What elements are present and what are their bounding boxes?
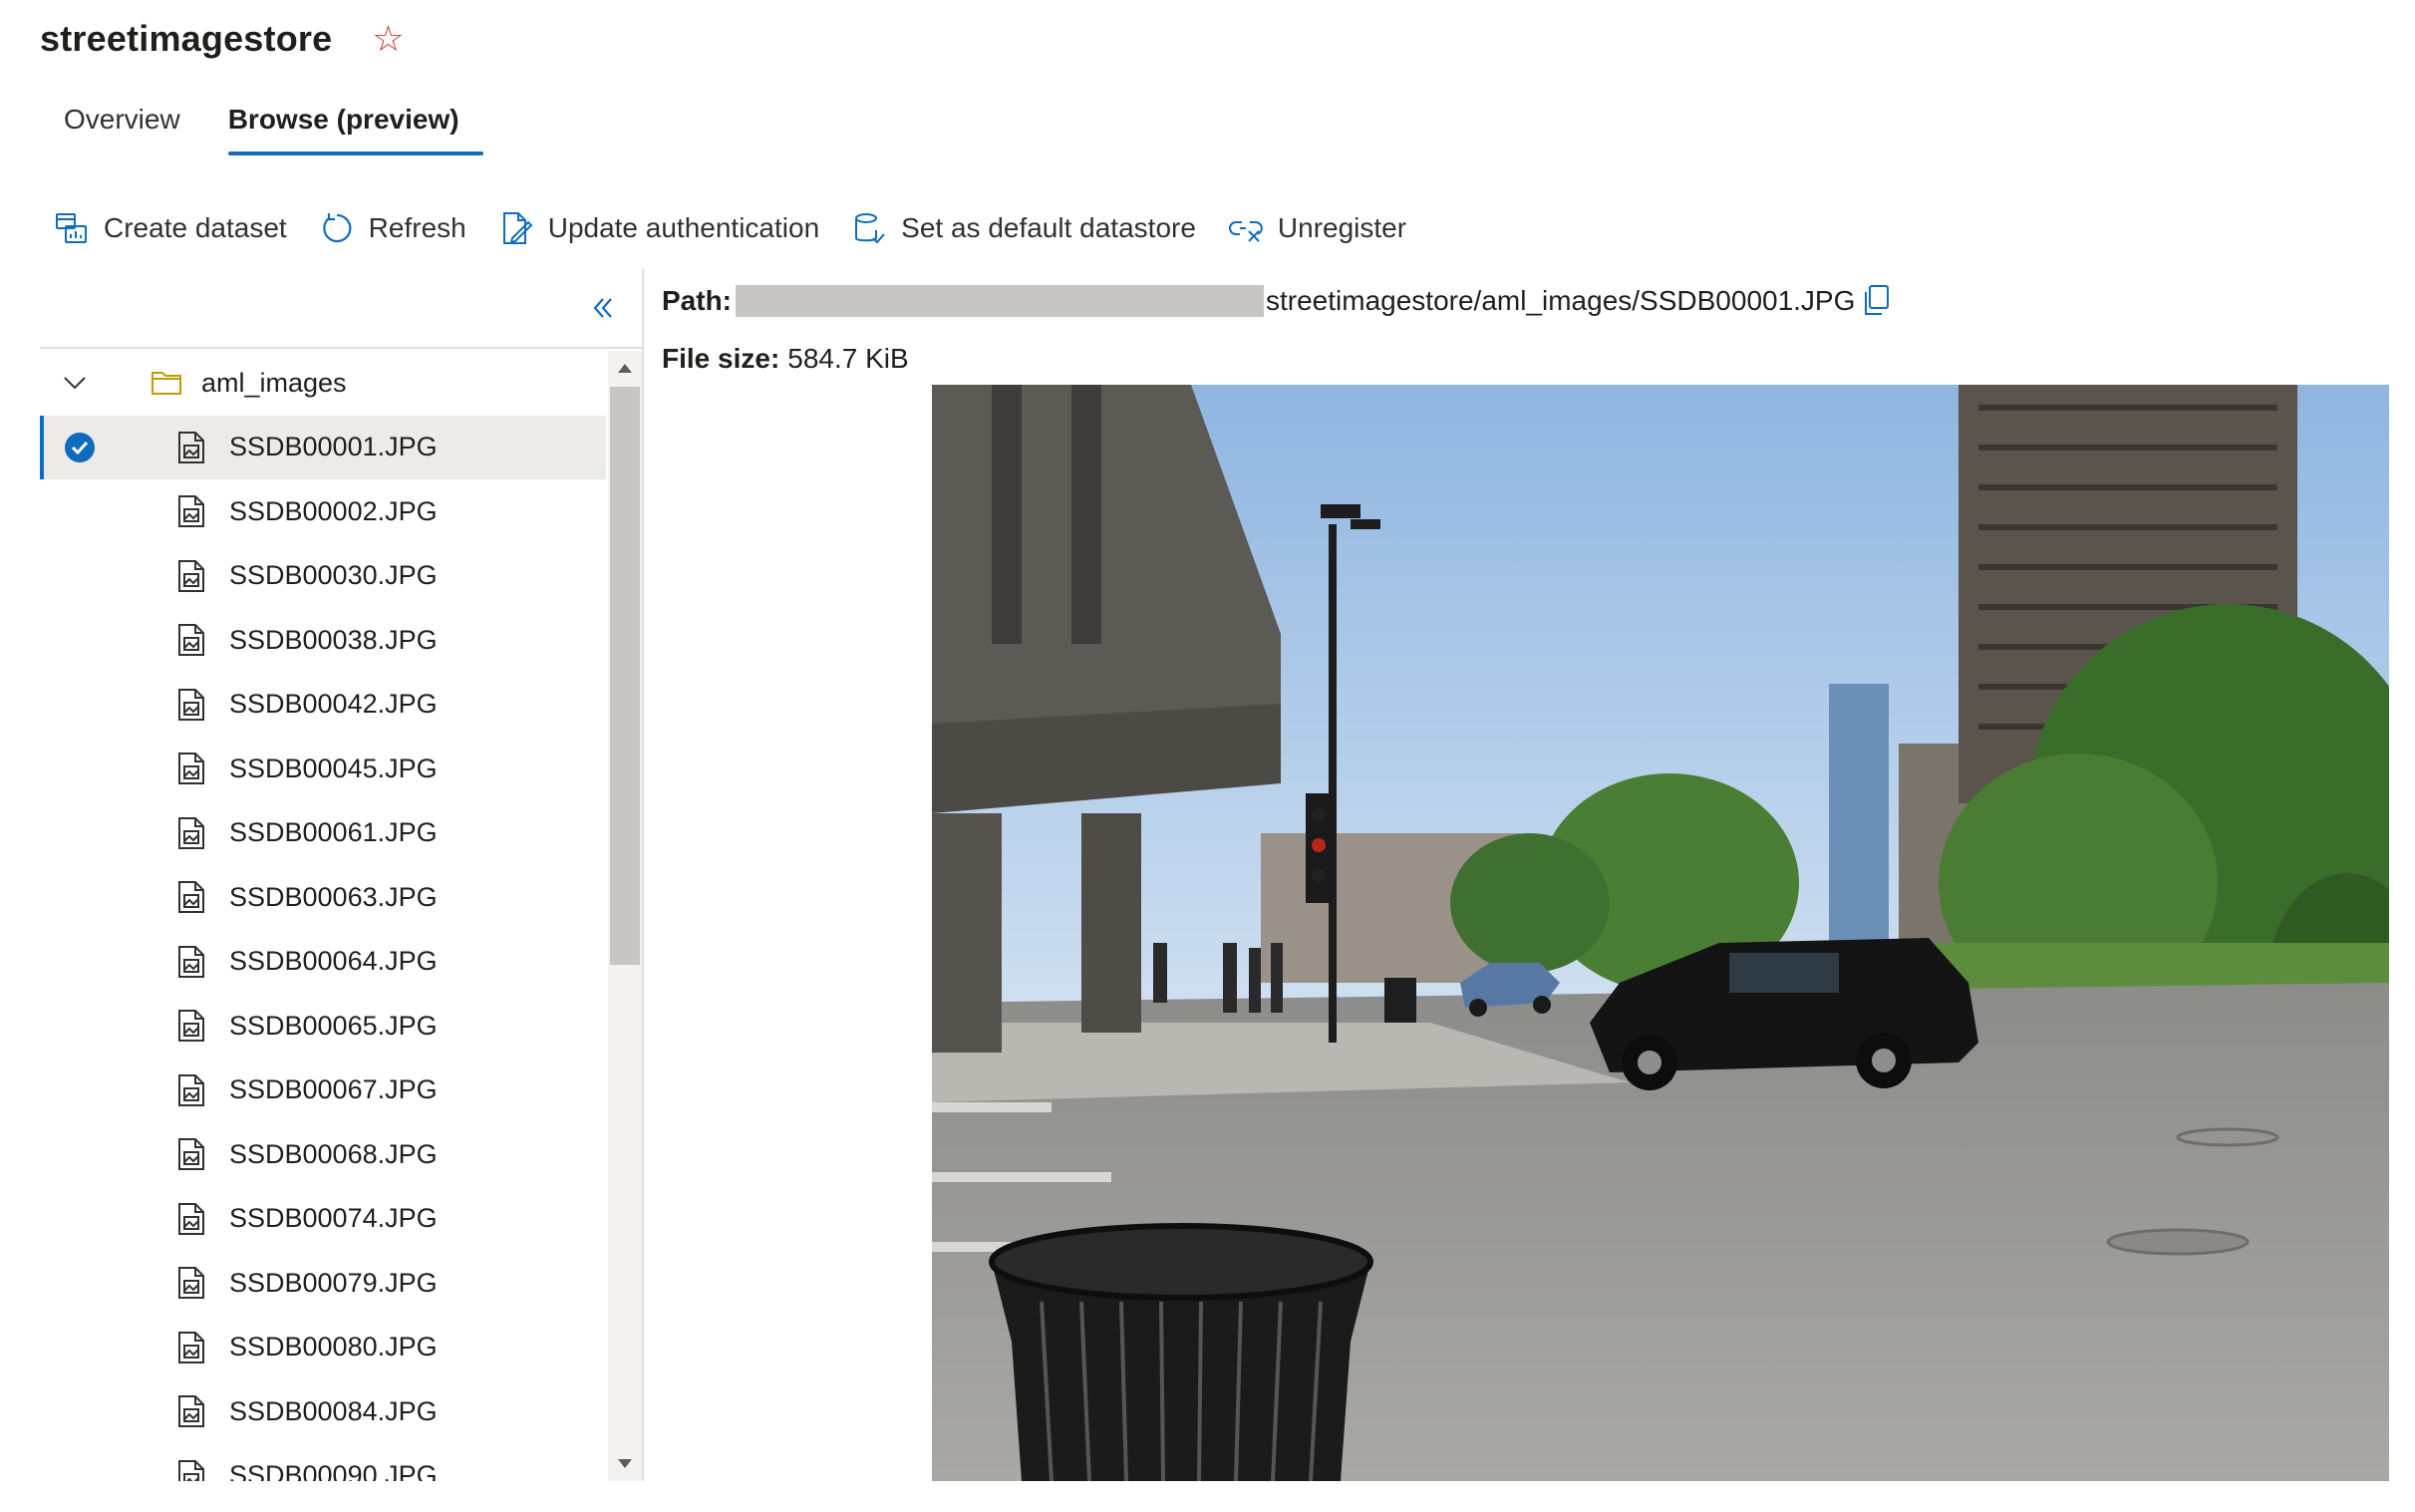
unregister-button[interactable]: Unregister bbox=[1228, 210, 1406, 246]
file-row[interactable]: SSDB00079.JPG bbox=[40, 1251, 606, 1316]
path-row: Path: streetimagestore/aml_images/SSDB00… bbox=[662, 281, 1891, 321]
refresh-label: Refresh bbox=[368, 212, 466, 243]
file-label: SSDB00068.JPG bbox=[229, 1138, 438, 1169]
file-label: SSDB00084.JPG bbox=[229, 1395, 438, 1426]
title-row: streetimagestore ☆ bbox=[40, 14, 405, 64]
chevron-down-icon[interactable] bbox=[58, 366, 92, 400]
file-size-value: 584.7 KiB bbox=[787, 343, 909, 374]
redacted-path-segment bbox=[736, 285, 1264, 317]
file-label: SSDB00042.JPG bbox=[229, 689, 438, 720]
file-size-row: File size: 584.7 KiB bbox=[662, 339, 909, 379]
file-row[interactable]: SSDB00084.JPG bbox=[40, 1379, 606, 1444]
tab-browse-preview[interactable]: Browse (preview) bbox=[204, 96, 483, 155]
unregister-label: Unregister bbox=[1277, 212, 1407, 243]
panel-divider bbox=[642, 269, 644, 1481]
image-file-icon bbox=[178, 559, 204, 592]
image-file-icon bbox=[178, 495, 204, 528]
image-file-icon bbox=[178, 816, 204, 849]
file-label: SSDB00063.JPG bbox=[229, 881, 438, 912]
file-tree-panel: aml_images SSDB00001.JPG SSDB00002.JPG S… bbox=[40, 269, 642, 1481]
file-label: SSDB00030.JPG bbox=[229, 560, 438, 591]
file-label: SSDB00080.JPG bbox=[229, 1332, 438, 1362]
image-file-icon bbox=[178, 1459, 204, 1481]
path-label: Path: bbox=[662, 285, 732, 316]
refresh-button[interactable]: Refresh bbox=[319, 210, 466, 246]
file-row[interactable]: SSDB00045.JPG bbox=[40, 737, 606, 801]
create-dataset-label: Create dataset bbox=[104, 212, 287, 243]
page-title: streetimagestore bbox=[40, 18, 333, 59]
image-file-icon bbox=[178, 1138, 204, 1171]
tab-overview[interactable]: Overview bbox=[40, 96, 204, 155]
file-row[interactable]: SSDB00038.JPG bbox=[40, 608, 606, 673]
file-label: SSDB00038.JPG bbox=[229, 624, 438, 655]
file-row[interactable]: SSDB00090.JPG bbox=[40, 1444, 606, 1481]
file-row[interactable]: SSDB00064.JPG bbox=[40, 930, 606, 995]
image-file-icon bbox=[178, 1010, 204, 1043]
image-file-icon bbox=[178, 624, 204, 657]
file-size-label: File size: bbox=[662, 343, 780, 374]
image-file-icon bbox=[178, 1073, 204, 1106]
copy-icon[interactable] bbox=[1861, 284, 1891, 318]
image-file-icon bbox=[178, 1267, 204, 1300]
image-file-icon bbox=[178, 688, 204, 721]
image-file-icon bbox=[178, 1202, 204, 1235]
tree-divider bbox=[40, 347, 642, 349]
edit-document-icon bbox=[498, 210, 534, 246]
triangle-up-icon bbox=[618, 364, 632, 373]
triangle-down-icon bbox=[618, 1459, 632, 1468]
file-row[interactable]: SSDB00068.JPG bbox=[40, 1122, 606, 1187]
double-chevron-left-icon bbox=[593, 298, 612, 318]
file-row[interactable]: SSDB00063.JPG bbox=[40, 865, 606, 930]
star-icon[interactable]: ☆ bbox=[372, 21, 404, 57]
image-file-icon bbox=[178, 753, 204, 785]
set-default-datastore-button[interactable]: Set as default datastore bbox=[851, 210, 1196, 246]
command-bar: Create dataset Refresh Update authentica… bbox=[54, 205, 1438, 251]
file-label: SSDB00045.JPG bbox=[229, 753, 438, 783]
file-row[interactable]: SSDB00080.JPG bbox=[40, 1316, 606, 1380]
file-row[interactable]: SSDB00065.JPG bbox=[40, 994, 606, 1058]
file-label: SSDB00067.JPG bbox=[229, 1074, 438, 1105]
file-label: SSDB00061.JPG bbox=[229, 817, 438, 848]
file-label: SSDB00074.JPG bbox=[229, 1203, 438, 1234]
file-label: SSDB00065.JPG bbox=[229, 1010, 438, 1041]
file-label: SSDB00079.JPG bbox=[229, 1267, 438, 1298]
file-row[interactable]: SSDB00074.JPG bbox=[40, 1187, 606, 1252]
image-file-icon bbox=[178, 945, 204, 978]
file-row[interactable]: SSDB00042.JPG bbox=[40, 673, 606, 738]
folder-label: aml_images bbox=[201, 367, 347, 398]
file-label: SSDB00064.JPG bbox=[229, 946, 438, 977]
update-authentication-button[interactable]: Update authentication bbox=[498, 210, 819, 246]
image-file-icon bbox=[178, 431, 204, 463]
image-file-icon bbox=[178, 1331, 204, 1363]
scroll-down-arrow[interactable] bbox=[608, 1447, 642, 1481]
folder-icon bbox=[151, 372, 181, 396]
collapse-panel-button[interactable] bbox=[578, 283, 628, 333]
image-file-icon bbox=[178, 1395, 204, 1428]
file-label: SSDB00001.JPG bbox=[229, 432, 438, 462]
image-file-icon bbox=[178, 881, 204, 914]
file-row[interactable]: SSDB00061.JPG bbox=[40, 801, 606, 866]
database-check-icon bbox=[851, 210, 887, 246]
tree-scrollbar[interactable] bbox=[608, 351, 642, 1481]
folder-row-aml-images[interactable]: aml_images bbox=[40, 351, 606, 416]
update-authentication-label: Update authentication bbox=[547, 212, 820, 243]
file-row[interactable]: SSDB00030.JPG bbox=[40, 544, 606, 609]
image-preview bbox=[932, 385, 2389, 1481]
tab-bar: Overview Browse (preview) bbox=[40, 96, 483, 155]
file-label: SSDB00090.JPG bbox=[229, 1460, 438, 1481]
scroll-up-arrow[interactable] bbox=[608, 351, 642, 385]
set-default-datastore-label: Set as default datastore bbox=[901, 212, 1196, 243]
file-row[interactable]: SSDB00001.JPG bbox=[40, 415, 606, 479]
unlink-icon bbox=[1228, 210, 1264, 246]
file-tree: aml_images SSDB00001.JPG SSDB00002.JPG S… bbox=[40, 351, 606, 1481]
file-label: SSDB00002.JPG bbox=[229, 495, 438, 526]
path-value: streetimagestore/aml_images/SSDB00001.JP… bbox=[1266, 285, 1856, 316]
create-dataset-button[interactable]: Create dataset bbox=[54, 210, 287, 246]
file-row[interactable]: SSDB00067.JPG bbox=[40, 1058, 606, 1123]
refresh-icon bbox=[319, 210, 355, 246]
scroll-thumb[interactable] bbox=[610, 387, 640, 965]
file-row[interactable]: SSDB00002.JPG bbox=[40, 479, 606, 544]
checkmark-circle-icon bbox=[65, 432, 95, 462]
create-dataset-icon bbox=[54, 210, 90, 246]
